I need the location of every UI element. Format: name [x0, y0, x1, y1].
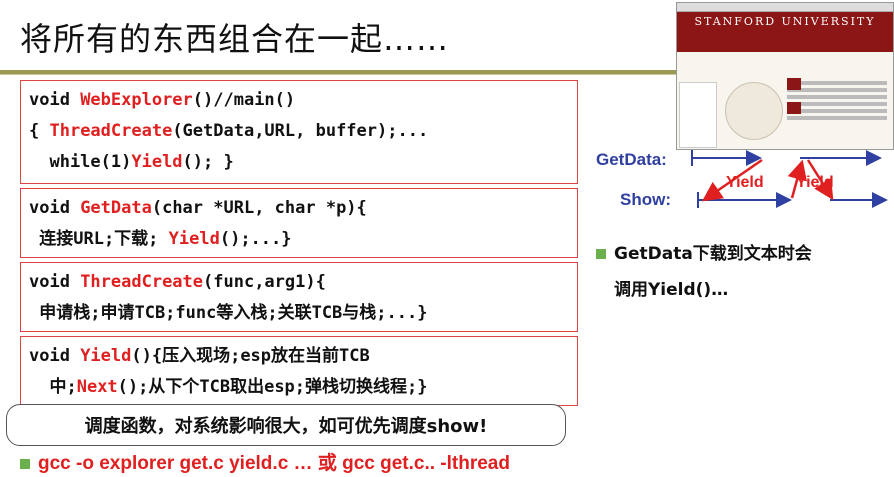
side-note: GetData下载到文本时会 调用Yield()…	[596, 236, 892, 308]
bullet-icon	[20, 458, 30, 469]
code-text: (); }	[182, 152, 234, 172]
code-text: void	[29, 272, 81, 292]
browser-toolbar	[677, 3, 893, 12]
code-text: 中;	[29, 377, 77, 397]
stanford-banner: STANFORD UNIVERSITY	[677, 12, 893, 52]
code-identifier: Next	[76, 377, 118, 397]
scheduler-note-text: 调度函数，对系统影响很大，如可优先调度show!	[84, 416, 488, 437]
code-line: { ThreadCreate(GetData,URL, buffer);...	[29, 116, 569, 147]
yield-label-2: Yield	[796, 174, 834, 191]
getdata-timeline	[691, 150, 882, 166]
code-text: ();从下个TCB取出esp;弹栈切换线程;}	[117, 377, 428, 397]
code-text: ()//main()	[192, 90, 296, 110]
code-line: 连接URL;下载; Yield();...}	[29, 224, 569, 255]
code-text: (char *URL, char *p){	[151, 198, 367, 218]
gcc-command-line: gcc -o explorer get.c yield.c … 或 gcc ge…	[20, 448, 510, 475]
news-thumbnail	[787, 102, 801, 114]
code-identifier: Yield	[168, 229, 220, 249]
code-block-getdata: void GetData(char *URL, char *p){ 连接URL;…	[20, 188, 578, 258]
code-text: void	[29, 90, 81, 110]
code-text: (GetData,URL, buffer);...	[172, 121, 429, 141]
browser-page-body	[677, 52, 893, 149]
thread-switch-diagram	[691, 150, 888, 208]
code-text: while(1)	[29, 152, 132, 172]
code-text: 连接URL;下载;	[29, 229, 169, 249]
code-line: 申请栈;申请TCB;func等入栈;关联TCB与栈;...}	[29, 298, 569, 329]
code-block-yield: void Yield(){压入现场;esp放在当前TCB 中;Next();从下…	[20, 336, 578, 406]
code-identifier: Yield	[80, 346, 132, 366]
code-block-threadcreate: void ThreadCreate(func,arg1){ 申请栈;申请TCB;…	[20, 262, 578, 332]
code-identifier: Yield	[131, 152, 183, 172]
code-text: void	[29, 346, 81, 366]
news-thumbnail	[787, 78, 801, 90]
yield-label-1: Yield	[726, 174, 764, 191]
code-text: ();...}	[219, 229, 292, 249]
code-text: (func,arg1){	[203, 272, 326, 292]
page-nav-column	[679, 82, 717, 148]
getdata-label: GetData:	[596, 150, 667, 169]
side-note-line-2: 调用Yield()…	[614, 280, 729, 300]
news-column	[787, 78, 887, 146]
side-note-line-1: GetData下载到文本时会	[596, 236, 892, 272]
code-block-webexplorer: void WebExplorer()//main(){ ThreadCreate…	[20, 80, 578, 184]
code-text: void	[29, 198, 81, 218]
code-line: void WebExplorer()//main()	[29, 85, 569, 116]
code-text: {	[29, 121, 50, 141]
browser-screenshot: STANFORD UNIVERSITY	[676, 2, 894, 150]
code-line: while(1)Yield(); }	[29, 147, 569, 178]
stanford-seal-icon	[725, 82, 783, 140]
gcc-command-text: gcc -o explorer get.c yield.c … 或 gcc ge…	[38, 453, 510, 474]
code-line: void ThreadCreate(func,arg1){	[29, 267, 569, 298]
title-divider-shadow	[0, 74, 680, 75]
code-identifier: GetData	[80, 198, 152, 218]
bullet-icon	[596, 249, 606, 259]
scheduler-note-callout: 调度函数，对系统影响很大，如可优先调度show!	[6, 404, 566, 446]
code-identifier: ThreadCreate	[80, 272, 204, 292]
code-text: (){压入现场;esp放在当前TCB	[131, 346, 370, 366]
side-note-line-1-text: GetData下载到文本时会	[614, 244, 812, 264]
code-identifier: WebExplorer	[80, 90, 193, 110]
show-label: Show:	[620, 190, 671, 209]
code-line: void Yield(){压入现场;esp放在当前TCB	[29, 341, 569, 372]
code-line: 中;Next();从下个TCB取出esp;弹栈切换线程;}	[29, 372, 569, 403]
code-text: 申请栈;申请TCB;func等入栈;关联TCB与栈;...}	[29, 303, 428, 323]
code-identifier: ThreadCreate	[49, 121, 173, 141]
slide-title: 将所有的东西组合在一起……	[20, 20, 450, 58]
code-line: void GetData(char *URL, char *p){	[29, 193, 569, 224]
